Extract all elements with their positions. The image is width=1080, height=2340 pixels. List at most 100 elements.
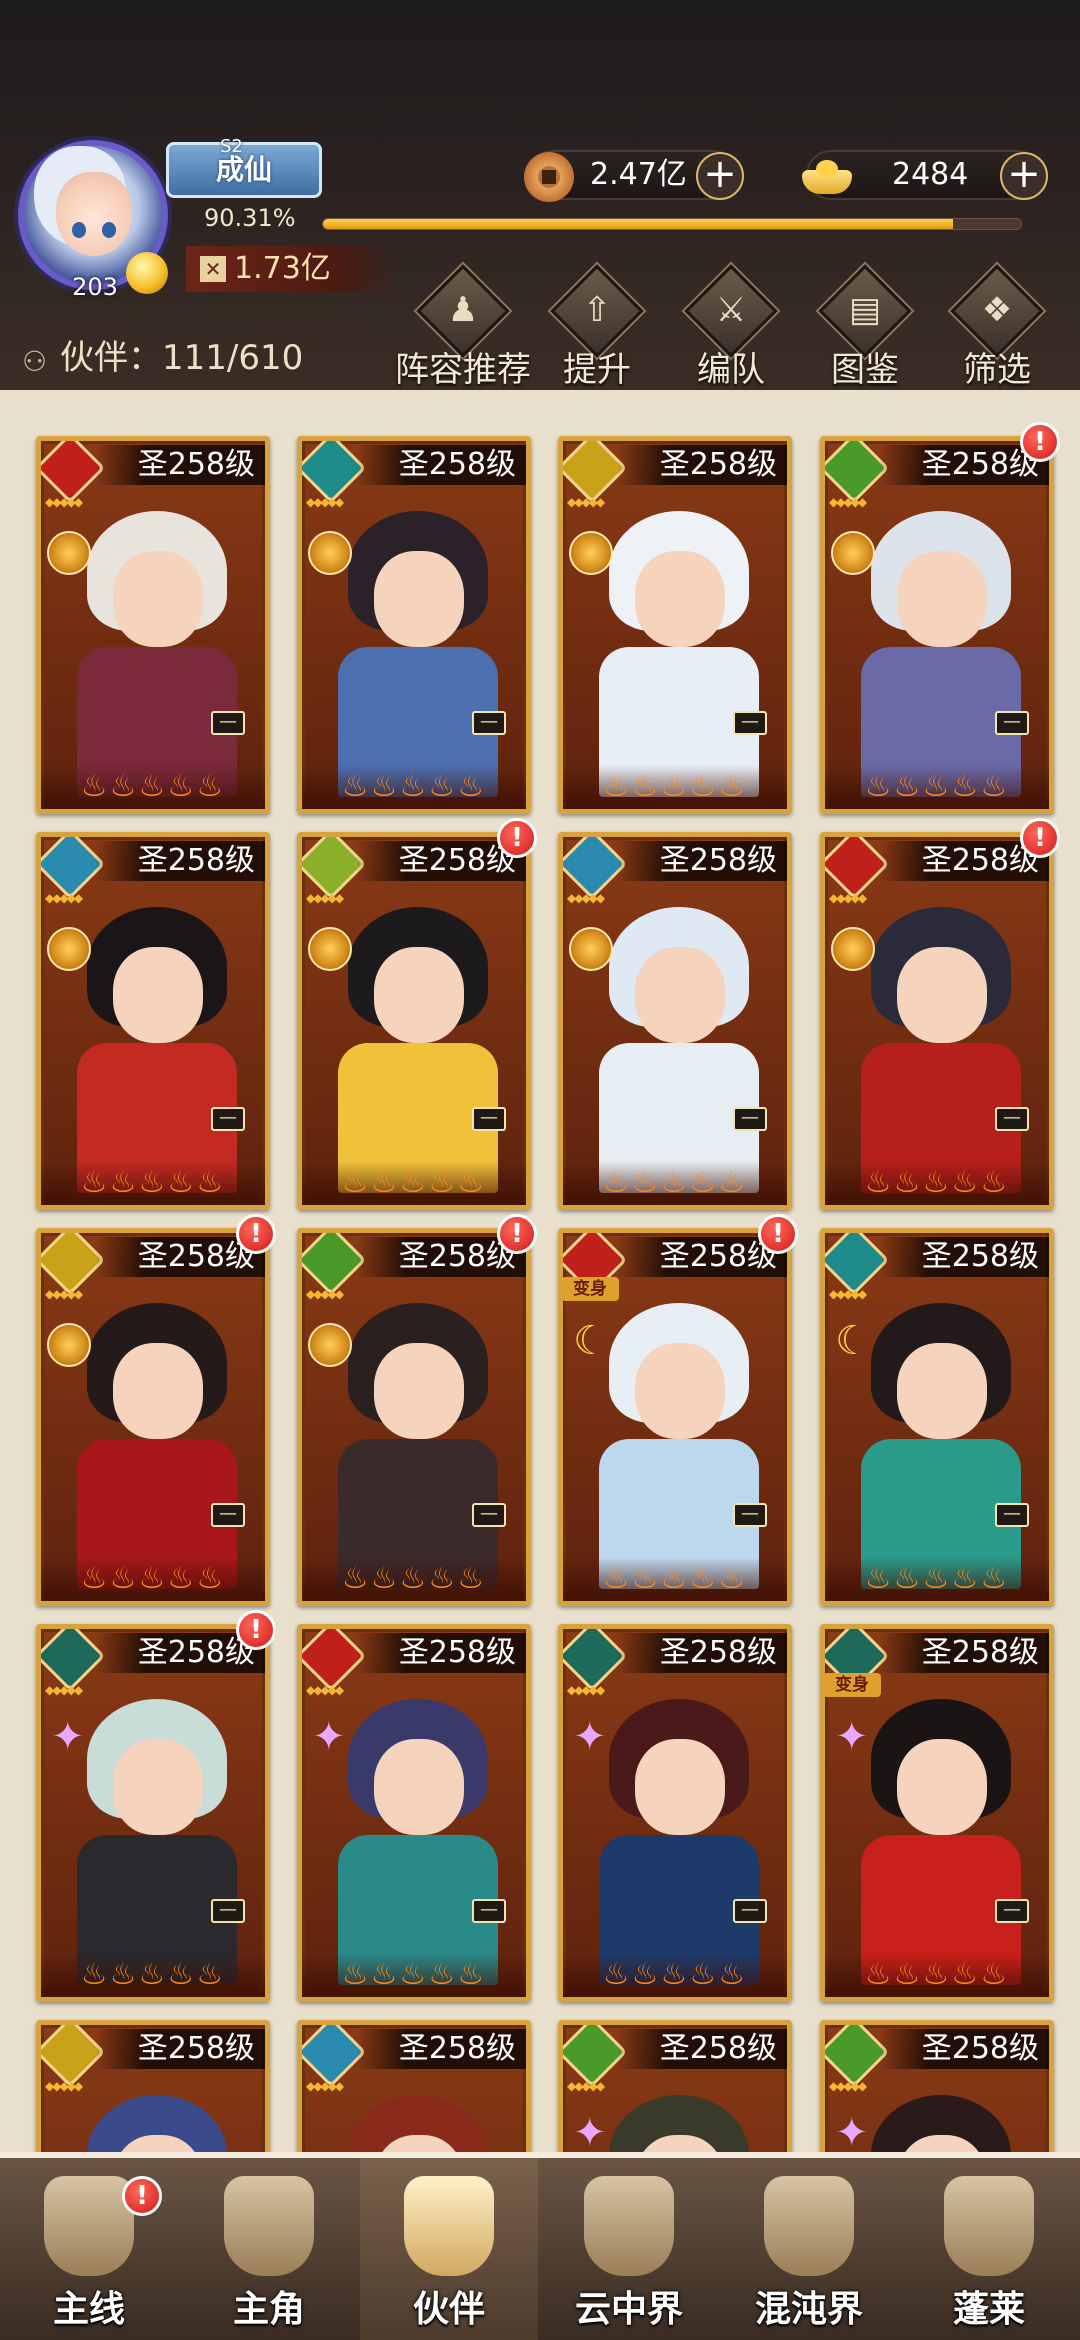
partner-card[interactable]: ◆◆◆◆◆圣258级✦—♨♨♨♨♨ xyxy=(558,2020,792,2152)
gold-medal-icon xyxy=(47,927,91,971)
flame-stars-icon: ♨♨♨♨♨ xyxy=(41,1557,265,1601)
partner-card[interactable]: ◆◆◆◆◆圣258级—♨♨♨♨♨ xyxy=(558,436,792,814)
rank-stars: ◆◆◆◆◆ xyxy=(567,2079,605,2093)
rank-stars: ◆◆◆◆◆ xyxy=(829,2079,867,2093)
nav-item[interactable]: 主线! xyxy=(0,2158,178,2340)
partner-card[interactable]: ◆◆◆◆◆圣258级—♨♨♨♨♨ xyxy=(297,1228,531,1606)
penglai-icon xyxy=(944,2176,1034,2276)
nav-item-label: 云中界 xyxy=(574,2289,683,2330)
gold-medal-icon xyxy=(308,531,352,575)
partner-card[interactable]: ◆◆◆◆◆圣258级—♨♨♨♨♨ xyxy=(297,436,531,814)
partner-card[interactable]: ◆◆◆◆◆圣258级✦—♨♨♨♨♨ xyxy=(36,1624,270,2002)
partner-level: 圣258级 xyxy=(617,841,787,881)
partner-card[interactable]: ◆◆◆◆◆圣258级—♨♨♨♨♨ xyxy=(36,1228,270,1606)
partner-card[interactable]: ◆◆◆◆◆圣258级—♨♨♨♨♨ xyxy=(36,2020,270,2152)
partner-level: 圣258级 xyxy=(879,1633,1049,1673)
sparkle-star-icon: ✦ xyxy=(573,2110,607,2152)
equipment-icon: — xyxy=(472,1899,506,1923)
player-level: 203 xyxy=(72,273,118,301)
combat-power-value: 1.73亿 xyxy=(234,251,331,286)
rank-season: S2 xyxy=(220,136,243,157)
toolbar-label: 编队 xyxy=(697,350,765,390)
partner-card[interactable]: ◆◆◆◆◆圣258级✦变身—♨♨♨♨♨ xyxy=(820,1624,1054,2002)
gold-medal-icon xyxy=(831,927,875,971)
flame-stars-icon: ♨♨♨♨♨ xyxy=(825,1557,1049,1601)
alert-badge-icon: ! xyxy=(122,2176,162,2216)
portrait-face xyxy=(635,1343,725,1439)
partner-card[interactable]: ◆◆◆◆◆圣258级✦—♨♨♨♨♨ xyxy=(558,1624,792,2002)
rank-stars: ◆◆◆◆◆ xyxy=(45,1683,83,1697)
partner-card[interactable]: ◆◆◆◆◆圣258级—♨♨♨♨♨ xyxy=(36,832,270,1210)
gold-ingot-icon xyxy=(802,152,852,202)
equipment-icon: — xyxy=(472,711,506,735)
codex-button[interactable]: ▤ 图鉴 xyxy=(810,264,920,390)
rank-stars: ◆◆◆◆◆ xyxy=(45,2079,83,2093)
rank-stars: ◆◆◆◆◆ xyxy=(45,495,83,509)
toolbar-label: 筛选 xyxy=(963,350,1031,390)
rank-stars: ◆◆◆◆◆ xyxy=(829,891,867,905)
nav-item[interactable]: 混沌界 xyxy=(720,2158,898,2340)
add-ingot-button[interactable]: + xyxy=(1000,152,1048,200)
portrait-face xyxy=(897,551,987,647)
portrait-face xyxy=(897,1343,987,1439)
sparkle-star-icon: ✦ xyxy=(835,2110,869,2152)
rank-stars: ◆◆◆◆◆ xyxy=(567,1683,605,1697)
moon-icon: ☾ xyxy=(573,1318,609,1364)
avatar-face xyxy=(56,172,132,256)
equipment-icon: — xyxy=(211,711,245,735)
partner-card[interactable]: ◆◆◆◆◆圣258级—♨♨♨♨♨ xyxy=(558,832,792,1210)
alert-badge-icon: ! xyxy=(497,1214,537,1254)
partner-card[interactable]: ◆◆◆◆◆ 圣258级 ☾ — ♨♨♨♨♨ xyxy=(820,1228,1054,1606)
upgrade-button[interactable]: ⇧ 提升 xyxy=(542,264,652,390)
gold-medal-icon xyxy=(47,1323,91,1367)
partner-card[interactable]: ◆◆◆◆◆圣258级—♨♨♨♨♨ xyxy=(297,2020,531,2152)
nav-item[interactable]: 云中界 xyxy=(540,2158,718,2340)
nav-item-label: 主线 xyxy=(52,2289,125,2330)
gold-medal-icon xyxy=(569,927,613,971)
combat-power-icon: ✕ xyxy=(200,256,226,282)
filter-button[interactable]: ❖ 筛选 xyxy=(942,264,1052,390)
flame-stars-icon: ♨♨♨♨♨ xyxy=(825,765,1049,809)
partner-level: 圣258级 xyxy=(356,2029,526,2069)
equipment-icon: — xyxy=(733,1107,767,1131)
partner-card[interactable]: ◆◆◆◆◆圣258级☾变身—♨♨♨♨♨ xyxy=(558,1228,792,1606)
copper-currency: 2.47亿 + xyxy=(524,150,744,202)
flame-stars-icon: ♨♨♨♨♨ xyxy=(563,1953,787,1997)
portrait-face xyxy=(635,947,725,1043)
rank-stars: ◆◆◆◆◆ xyxy=(829,495,867,509)
equipment-icon: — xyxy=(211,1899,245,1923)
flame-stars-icon: ♨♨♨♨♨ xyxy=(563,1557,787,1601)
equipment-icon: — xyxy=(733,1899,767,1923)
rank-stars: ◆◆◆◆◆ xyxy=(306,2079,344,2093)
nav-item-label: 蓬莱 xyxy=(952,2289,1025,2330)
formation-button[interactable]: ⚔ 编队 xyxy=(676,264,786,390)
gold-orb-icon xyxy=(126,252,168,294)
partner-level: 圣258级 xyxy=(617,2029,787,2069)
partner-card[interactable]: ◆◆◆◆◆圣258级—♨♨♨♨♨ xyxy=(820,436,1054,814)
equipment-icon: — xyxy=(995,1107,1029,1131)
partner-level: 圣258级 xyxy=(879,1237,1049,1277)
rank-plate[interactable]: 成仙 xyxy=(166,142,322,198)
alert-badge-icon: ! xyxy=(1020,818,1060,858)
equipment-icon: — xyxy=(472,1107,506,1131)
portrait-face xyxy=(113,1343,203,1439)
flame-stars-icon: ♨♨♨♨♨ xyxy=(825,1953,1049,1997)
exp-bar xyxy=(322,218,1022,230)
rank-stars: ◆◆◆◆◆ xyxy=(306,1287,344,1301)
equipment-icon: — xyxy=(211,1107,245,1131)
partner-card[interactable]: ◆◆◆◆◆圣258级✦—♨♨♨♨♨ xyxy=(820,2020,1054,2152)
nav-item[interactable]: 蓬莱 xyxy=(900,2158,1078,2340)
alert-badge-icon: ! xyxy=(236,1610,276,1650)
rank-stars: ◆◆◆◆◆ xyxy=(306,1683,344,1697)
lineup-recommend-button[interactable]: ♟ 阵容推荐 xyxy=(395,264,531,390)
toolbar-label: 阵容推荐 xyxy=(395,350,531,390)
partner-card[interactable]: ◆◆◆◆◆圣258级—♨♨♨♨♨ xyxy=(820,832,1054,1210)
partner-card[interactable]: ◆◆◆◆◆圣258级—♨♨♨♨♨ xyxy=(36,436,270,814)
equipment-icon: — xyxy=(733,1503,767,1527)
add-copper-button[interactable]: + xyxy=(696,152,744,200)
nav-item[interactable]: 主角 xyxy=(180,2158,358,2340)
partner-card[interactable]: ◆◆◆◆◆圣258级—♨♨♨♨♨ xyxy=(297,832,531,1210)
flame-stars-icon: ♨♨♨♨♨ xyxy=(302,1557,526,1601)
nav-item[interactable]: 伙伴 xyxy=(360,2158,538,2340)
partner-card[interactable]: ◆◆◆◆◆圣258级✦—♨♨♨♨♨ xyxy=(297,1624,531,2002)
